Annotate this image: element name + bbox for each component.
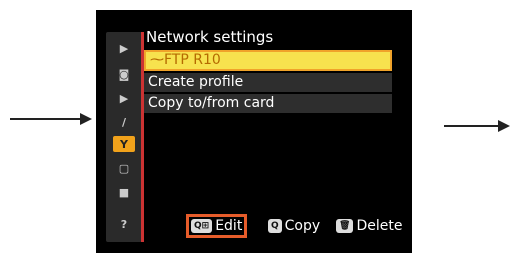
zoom-key-icon: Q⊞ bbox=[191, 219, 213, 233]
mymenu-icon[interactable]: ■ bbox=[113, 184, 135, 200]
movie-icon[interactable]: ▶ bbox=[113, 90, 135, 106]
playback-icon[interactable]: ▶ bbox=[113, 40, 135, 56]
zoom-key-icon: Q bbox=[268, 219, 282, 233]
settings-menu: ⁓FTP R10 Create profile Copy to/from car… bbox=[144, 50, 392, 115]
delete-button[interactable]: 🗑 Delete bbox=[336, 214, 402, 238]
camera-icon[interactable]: ◙ bbox=[113, 66, 135, 82]
retouch-icon[interactable]: ▢ bbox=[113, 160, 135, 176]
help-icon[interactable]: ? bbox=[113, 216, 135, 232]
edit-button[interactable]: Q⊞ Edit bbox=[186, 214, 248, 238]
ftp-icon: ⁓ bbox=[150, 52, 164, 68]
pencil-icon[interactable]: / bbox=[113, 114, 135, 130]
right-annotation-arrow bbox=[444, 120, 510, 132]
camera-lcd-screen: ▶ ◙ ▶ / Y ▢ ■ ? Network settings ⁓FTP R1… bbox=[96, 10, 412, 253]
wrench-icon[interactable]: Y bbox=[113, 136, 135, 152]
copy-button[interactable]: Q Copy bbox=[268, 214, 320, 238]
left-annotation-arrow bbox=[10, 113, 92, 125]
trash-icon: 🗑 bbox=[336, 219, 354, 233]
menu-item-ftp-r10[interactable]: ⁓FTP R10 bbox=[144, 50, 392, 71]
menu-icon-bar: ▶ ◙ ▶ / Y ▢ ■ ? bbox=[106, 32, 142, 242]
action-bar: Q⊞ Edit Q Copy 🗑 Delete bbox=[186, 214, 412, 242]
menu-item-create-profile[interactable]: Create profile bbox=[144, 73, 392, 92]
menu-item-copy-card[interactable]: Copy to/from card bbox=[144, 94, 392, 113]
page-title: Network settings bbox=[146, 28, 274, 46]
